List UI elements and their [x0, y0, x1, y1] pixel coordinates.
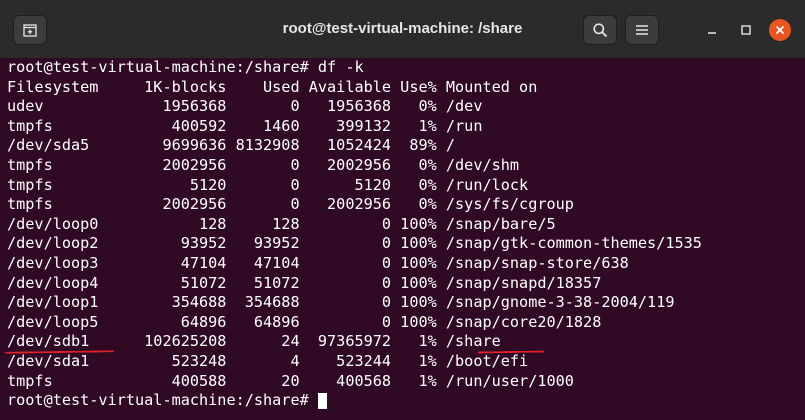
text-cursor: [317, 392, 327, 409]
df-row-tmpfs-user: tmpfs 400588 20 400568 1% /run/user/1000: [7, 371, 574, 390]
df-row-loop0: /dev/loop0 128 128 0 100% /snap/bare/5: [7, 214, 556, 233]
close-button[interactable]: [768, 18, 792, 42]
new-tab-button[interactable]: [13, 15, 47, 45]
maximize-button[interactable]: [734, 18, 758, 42]
hamburger-menu-icon: [636, 25, 648, 35]
terminal-output[interactable]: root@test-virtual-machine:/share# df -k …: [0, 58, 805, 420]
close-icon: [769, 19, 791, 41]
df-row-sdb1: /dev/sdb1 102625208 24 97365972 1% /shar…: [7, 332, 501, 351]
df-row-tmpfs-cgroup: tmpfs 2002956 0 2002956 0% /sys/fs/cgrou…: [7, 195, 574, 214]
df-row-loop4: /dev/loop4 51072 51072 0 100% /snap/snap…: [7, 273, 602, 292]
title-bar[interactable]: root@test-virtual-machine: /share: [0, 0, 805, 59]
df-row-sda5: /dev/sda5 9699636 8132908 1052424 89% /: [7, 136, 456, 155]
new-tab-icon: [23, 24, 37, 37]
prompt-text: root@test-virtual-machine:/share#: [7, 391, 318, 410]
df-row-udev: udev 1956368 0 1956368 0% /dev: [7, 97, 483, 116]
df-row-sda1: /dev/sda1 523248 4 523244 1% /boot/efi: [7, 351, 529, 370]
search-button[interactable]: [583, 15, 617, 45]
search-icon: [593, 23, 607, 37]
df-row-tmpfs-run: tmpfs 400592 1460 399132 1% /run: [7, 116, 483, 135]
minimize-button[interactable]: [700, 18, 724, 42]
terminal-window: root@test-virtual-machine: /share root@t…: [0, 0, 805, 420]
maximize-icon: [741, 25, 751, 35]
df-row-loop2: /dev/loop2 93952 93952 0 100% /snap/gtk-…: [7, 234, 702, 253]
command-line: root@test-virtual-machine:/share# df -k: [7, 58, 364, 76]
df-row-loop5: /dev/loop5 64896 64896 0 100% /snap/core…: [7, 312, 602, 331]
menu-button[interactable]: [625, 15, 659, 45]
minimize-icon: [708, 32, 716, 34]
df-row-tmpfs-shm: tmpfs 2002956 0 2002956 0% /dev/shm: [7, 155, 520, 174]
df-row-loop3: /dev/loop3 47104 47104 0 100% /snap/snap…: [7, 253, 629, 272]
prompt-line: root@test-virtual-machine:/share#: [7, 391, 805, 411]
df-row-tmpfs-lock: tmpfs 5120 0 5120 0% /run/lock: [7, 175, 529, 194]
df-header-row: Filesystem 1K-blocks Used Available Use%…: [7, 77, 538, 96]
window-title: root@test-virtual-machine: /share: [282, 20, 523, 37]
df-row-loop1: /dev/loop1 354688 354688 0 100% /snap/gn…: [7, 293, 675, 312]
